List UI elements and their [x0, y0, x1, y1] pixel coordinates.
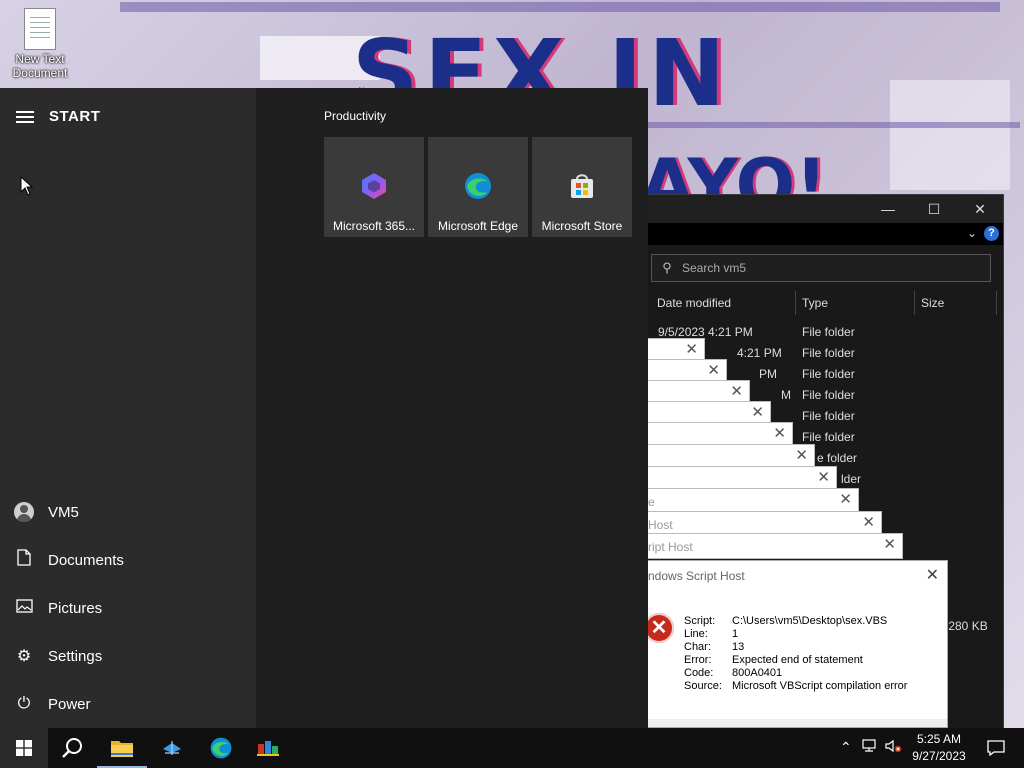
script-host-icon — [257, 741, 279, 756]
error-dialog[interactable]: ript Host ✕ — [648, 533, 903, 559]
close-icon: ✕ — [925, 567, 939, 584]
maximize-button[interactable]: ☐ — [911, 195, 957, 223]
close-icon[interactable]: ✕ — [751, 405, 764, 421]
store-icon — [571, 174, 593, 198]
close-icon[interactable]: ✕ — [839, 492, 852, 508]
windows-script-host-error-dialog: ndows Script Host ✕ ✕ Script: C:\Users\vm… — [644, 560, 948, 728]
search-icon — [62, 738, 82, 758]
desktop-icon-label: New Text Document — [12, 52, 68, 80]
dialog-footer — [648, 719, 947, 727]
start-menu-sidebar: START VM5 Documents Pictures ⚙ Settings … — [0, 88, 256, 728]
start-item-label: Pictures — [48, 599, 103, 617]
network-icon[interactable] — [862, 739, 878, 756]
volume-muted-icon[interactable] — [885, 739, 903, 756]
close-icon[interactable]: ✕ — [795, 448, 808, 464]
picture-icon — [0, 598, 48, 618]
action-center-button[interactable] — [976, 728, 1016, 768]
close-icon[interactable]: ✕ — [707, 363, 720, 379]
start-button[interactable] — [0, 728, 48, 768]
tile-microsoft-365[interactable]: Microsoft 365... — [324, 137, 424, 237]
chevron-up-icon[interactable]: ⌃ — [840, 739, 852, 756]
minimize-icon: — — [881, 201, 895, 217]
search-button[interactable] — [48, 728, 96, 768]
close-icon[interactable]: ✕ — [862, 515, 875, 531]
dialog-field-source: Source: Microsoft VBScript compilation er… — [684, 680, 908, 692]
start-menu: START VM5 Documents Pictures ⚙ Settings … — [0, 88, 648, 728]
dialog-field-char: Char: 13 — [684, 641, 745, 653]
microsoft-365-icon — [362, 173, 386, 199]
tile-label: Microsoft Store — [541, 219, 623, 233]
taskbar-file-explorer[interactable] — [97, 728, 147, 768]
windows-logo-icon — [16, 740, 32, 756]
power-icon: ⏻ — [17, 695, 31, 712]
hamburger-menu-icon[interactable] — [16, 108, 34, 126]
clock[interactable]: 5:25 AM 9/27/2023 — [906, 731, 972, 765]
taskbar-app[interactable] — [147, 728, 197, 768]
column-header-date[interactable]: Date modified — [651, 291, 796, 315]
tile-label: Microsoft Edge — [437, 219, 519, 233]
tile-group-label: Productivity — [324, 109, 387, 123]
start-item-documents[interactable]: Documents — [0, 536, 256, 584]
start-item-user[interactable]: VM5 — [0, 488, 256, 536]
help-icon[interactable]: ? — [984, 226, 999, 241]
close-icon[interactable]: ✕ — [883, 537, 896, 553]
search-icon: ⚲ — [662, 260, 672, 275]
close-icon: ✕ — [974, 200, 986, 217]
folder-icon — [111, 741, 133, 757]
column-header-size[interactable]: Size — [915, 291, 997, 315]
taskbar: ⌃ 5:25 AM 9/27/2023 — [0, 728, 1024, 768]
search-placeholder: Search vm5 — [682, 261, 747, 275]
column-header-type[interactable]: Type — [796, 291, 915, 315]
edge-icon — [210, 737, 232, 759]
taskbar-script-host[interactable] — [245, 728, 291, 768]
maximize-icon: ☐ — [927, 200, 941, 217]
document-icon — [0, 549, 48, 571]
dialog-close-button[interactable]: ✕ — [926, 565, 939, 585]
desktop-icon-new-text-document[interactable]: New Text Document — [8, 8, 72, 80]
close-button[interactable]: ✕ — [957, 195, 1003, 223]
start-item-label: VM5 — [48, 503, 79, 521]
error-icon: ✕ — [644, 613, 674, 643]
wallpaper-stripe — [120, 2, 1000, 12]
start-item-settings[interactable]: ⚙ Settings — [0, 632, 256, 680]
wallpaper-band — [890, 80, 1010, 190]
minimize-button[interactable]: — — [865, 195, 911, 223]
clock-date: 9/27/2023 — [912, 749, 966, 763]
tile-microsoft-store[interactable]: Microsoft Store — [532, 137, 632, 237]
mouse-cursor-icon — [20, 176, 34, 196]
close-icon[interactable]: ✕ — [685, 342, 698, 358]
search-input[interactable]: ⚲ Search vm5 — [651, 254, 991, 282]
notification-icon — [987, 740, 1005, 756]
start-item-label: Documents — [48, 551, 124, 569]
dialog-field-line: Line: 1 — [684, 628, 739, 640]
close-icon[interactable]: ✕ — [773, 426, 786, 442]
start-item-pictures[interactable]: Pictures — [0, 584, 256, 632]
dialog-field-code: Code: 800A0401 — [684, 667, 783, 679]
tile-label: Microsoft 365... — [332, 219, 416, 233]
chevron-down-icon[interactable]: ⌄ — [967, 226, 977, 240]
explorer-ribbon: ⌄ ? — [621, 223, 1003, 245]
column-headers: Date modified Type Size — [651, 291, 997, 315]
user-avatar-icon — [14, 502, 34, 522]
clock-time: 5:25 AM — [916, 732, 962, 746]
network-app-icon — [163, 741, 181, 755]
explorer-titlebar[interactable]: — ☐ ✕ — [621, 195, 1003, 223]
start-menu-title: START — [49, 108, 101, 125]
edge-icon — [465, 173, 491, 199]
start-item-label: Power — [48, 695, 91, 713]
taskbar-edge[interactable] — [197, 728, 245, 768]
file-size: ,280 KB — [945, 619, 988, 633]
dialog-message: Script: C:\Users\vm5\Desktop\sex.VBS Line… — [684, 615, 907, 693]
dialog-title: ndows Script Host — [648, 569, 745, 583]
dialog-field-error: Error: Expected end of statement — [684, 654, 863, 666]
text-document-icon — [24, 8, 56, 50]
gear-icon: ⚙ — [16, 648, 32, 665]
close-icon[interactable]: ✕ — [730, 384, 743, 400]
close-icon[interactable]: ✕ — [817, 470, 830, 486]
start-item-power[interactable]: ⏻ Power — [0, 680, 256, 728]
dialog-field-script: Script: C:\Users\vm5\Desktop\sex.VBS — [684, 615, 888, 627]
tile-microsoft-edge[interactable]: Microsoft Edge — [428, 137, 528, 237]
start-item-label: Settings — [48, 647, 103, 665]
